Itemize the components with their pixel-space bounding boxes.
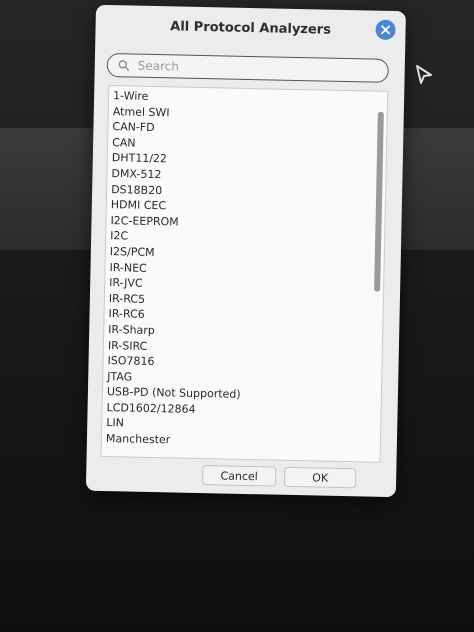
dialog-titlebar: All Protocol Analyzers [95, 5, 406, 51]
search-field[interactable] [106, 52, 389, 83]
mouse-pointer-icon [416, 65, 432, 84]
close-icon [381, 25, 391, 35]
cancel-button[interactable]: Cancel [201, 465, 277, 487]
search-icon [118, 60, 130, 71]
analyzer-list-items: 1-Wire Atmel SWI CAN-FD CAN DHT11/22 DMX-512 D… [102, 86, 374, 461]
list-scrollbar[interactable] [374, 111, 384, 292]
dialog-footer: Cancel OK [86, 463, 396, 493]
protocol-analyzers-dialog: All Protocol Analyzers 1-WireAtmel SWICA… [85, 4, 406, 498]
close-button[interactable] [375, 19, 396, 41]
analyzer-list[interactable]: 1-Wire Atmel SWI CAN-FD CAN DHT11/22 DMX-512 D… [100, 85, 389, 463]
search-input[interactable] [135, 57, 370, 79]
dialog-title: All Protocol Analyzers [170, 18, 332, 38]
ok-button[interactable]: OK [283, 466, 357, 489]
desktop-background: All Protocol Analyzers 1-WireAtmel SWICA… [0, 0, 474, 632]
